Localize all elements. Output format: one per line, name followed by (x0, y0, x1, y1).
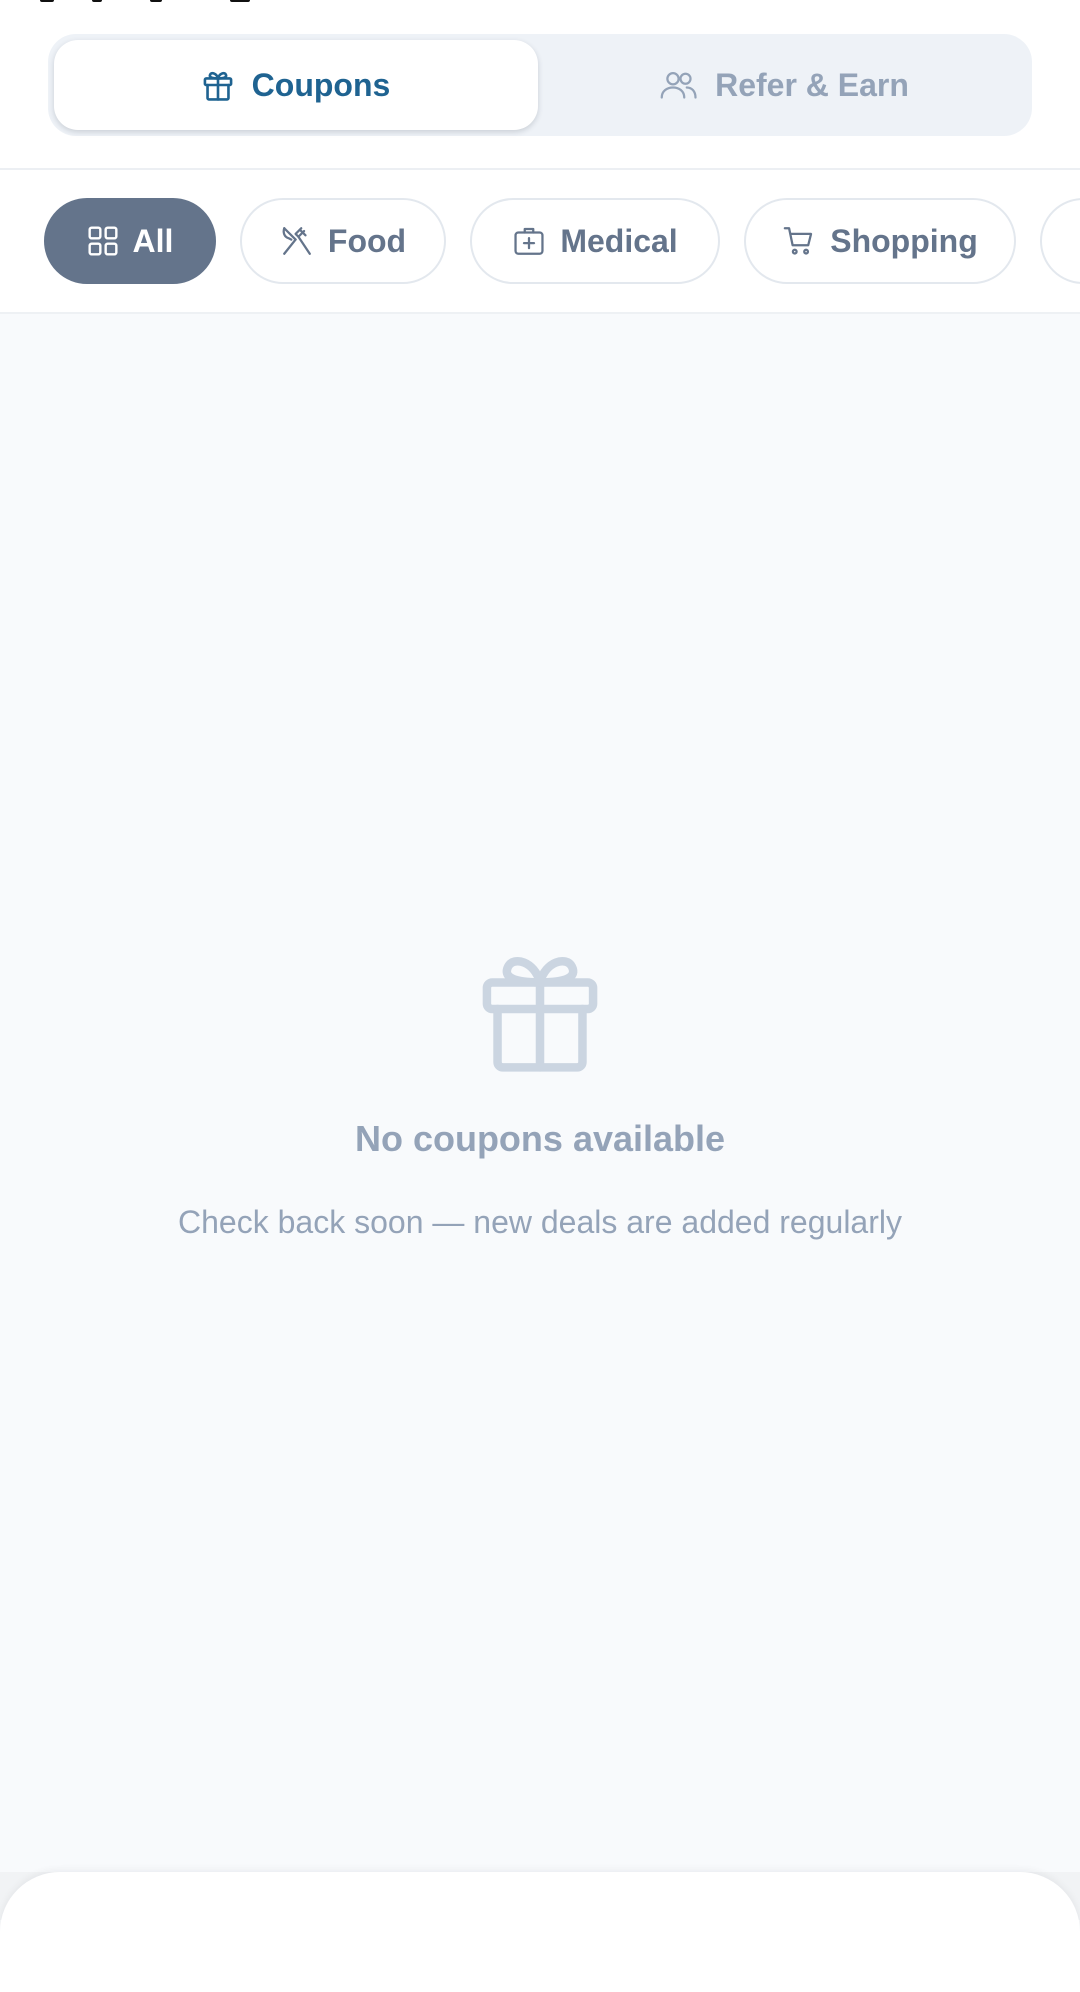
tab-refer-earn-label: Refer & Earn (715, 66, 909, 103)
empty-state: No coupons available Check back soon — n… (0, 940, 1080, 1241)
segmented-control: Coupons Refer & Earn (48, 34, 1032, 136)
chip-food-label: Food (327, 222, 407, 259)
medical-kit-icon (512, 224, 546, 258)
category-filter-bar: All Food Medical Shopping (0, 170, 1080, 314)
users-icon (659, 70, 697, 100)
chip-medical[interactable]: Medical (470, 198, 720, 284)
gift-icon (0, 940, 1080, 1078)
gift-icon (202, 68, 234, 102)
chip-food[interactable]: Food (240, 198, 446, 284)
tab-coupons[interactable]: Coupons (54, 40, 538, 130)
cart-icon (782, 224, 816, 258)
empty-state-subtitle: Check back soon — new deals are added re… (178, 1204, 902, 1240)
chip-all[interactable]: All (44, 198, 216, 284)
empty-state-title: No coupons available (354, 1118, 726, 1159)
status-bar-remnant (0, 0, 1080, 8)
tab-coupons-label: Coupons (251, 66, 391, 103)
chip-more[interactable] (1040, 198, 1080, 284)
tab-refer-earn[interactable]: Refer & Earn (542, 40, 1026, 130)
chip-shopping-label: Shopping (830, 222, 978, 259)
chip-shopping[interactable]: Shopping (744, 198, 1016, 284)
utensils-icon (280, 224, 314, 258)
chip-medical-label: Medical (560, 222, 678, 259)
grid-icon (87, 225, 119, 257)
chip-all-label: All (132, 222, 174, 259)
bottom-sheet[interactable] (0, 1872, 1080, 1992)
top-tab-bar: Coupons Refer & Earn (0, 0, 1080, 170)
